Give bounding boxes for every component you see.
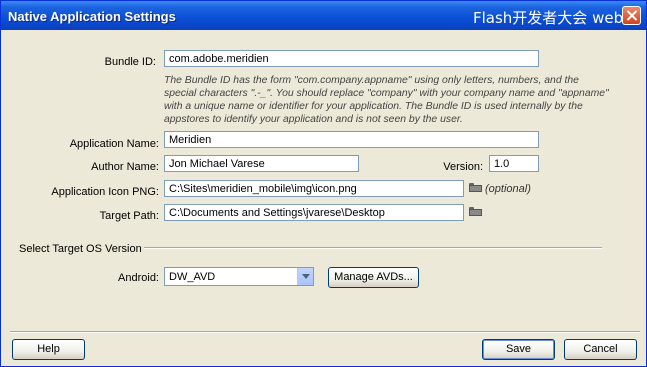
- app-name-label: Application Name:: [69, 138, 159, 150]
- footer-divider: [10, 331, 640, 333]
- app-icon-input[interactable]: C:\Sites\meridien_mobile\img\icon.png: [164, 180, 464, 197]
- watermark-text: Flash开发者大会 web: [473, 9, 624, 27]
- window-title: Native Application Settings: [8, 9, 176, 24]
- android-select[interactable]: DW_AVD: [164, 267, 314, 286]
- browse-target-folder-icon[interactable]: [469, 207, 482, 216]
- optional-note: (optional): [485, 183, 531, 195]
- dialog-window: Native Application Settings Flash开发者大会 w…: [0, 0, 647, 367]
- android-label: Android:: [118, 272, 159, 284]
- cancel-button[interactable]: Cancel: [564, 339, 637, 360]
- title-bar[interactable]: Native Application Settings Flash开发者大会 w…: [1, 1, 646, 30]
- chevron-down-icon[interactable]: [297, 268, 313, 285]
- bundle-id-input[interactable]: com.adobe.meridien: [164, 50, 539, 67]
- save-button[interactable]: Save: [482, 339, 555, 360]
- app-icon-label: Application Icon PNG:: [51, 186, 159, 198]
- author-name-input[interactable]: Jon Michael Varese: [164, 155, 359, 172]
- browse-icon-folder-icon[interactable]: [469, 183, 482, 192]
- version-input[interactable]: 1.0: [489, 155, 539, 172]
- bundle-id-help-text: The Bundle ID has the form "com.company.…: [164, 75, 609, 125]
- target-os-section-label: Select Target OS Version: [19, 243, 142, 255]
- app-name-input[interactable]: Meridien: [164, 131, 539, 148]
- target-path-label: Target Path:: [99, 210, 159, 222]
- bundle-id-label: Bundle ID:: [104, 56, 156, 68]
- section-divider: [144, 247, 602, 249]
- help-button[interactable]: Help: [12, 339, 85, 360]
- version-label: Version:: [443, 161, 483, 173]
- close-icon[interactable]: [622, 6, 641, 25]
- android-selected-value: DW_AVD: [169, 271, 216, 283]
- target-path-input[interactable]: C:\Documents and Settings\jvarese\Deskto…: [164, 204, 464, 221]
- manage-avds-button[interactable]: Manage AVDs...: [328, 267, 419, 288]
- author-name-label: Author Name:: [91, 161, 159, 173]
